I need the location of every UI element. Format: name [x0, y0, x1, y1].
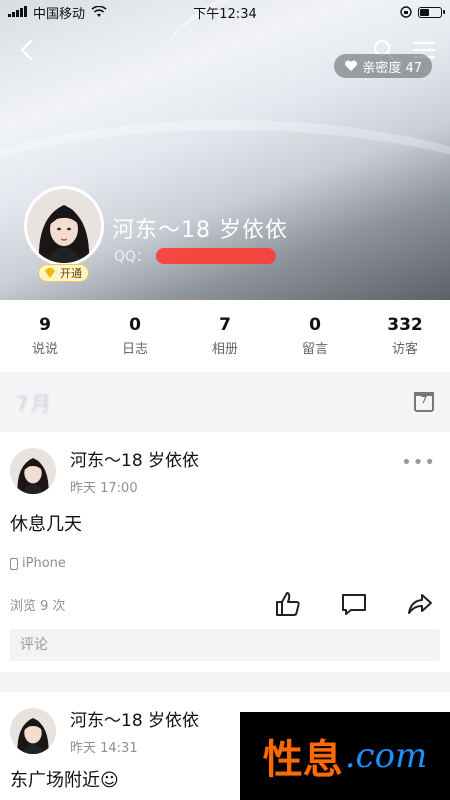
post-views: 浏览 9 次: [10, 598, 66, 614]
stat-label: 相册: [211, 342, 238, 357]
stat-label: 留言: [301, 342, 328, 357]
avatar-image: [10, 448, 56, 494]
profile-name: 河东～18 岁依依: [112, 218, 288, 243]
comment-icon[interactable]: [340, 590, 368, 618]
month-label: 7月: [16, 391, 53, 416]
avatar-image: [10, 708, 56, 754]
orientation-lock-icon: [400, 6, 412, 18]
vip-label: 开通: [60, 267, 82, 280]
intimacy-label: 亲密度 47: [362, 60, 422, 76]
post-time: 昨天 17:00: [70, 481, 138, 496]
stat-value: 0: [129, 315, 141, 335]
post-time: 昨天 14:31: [70, 741, 138, 756]
post-device: iPhone: [10, 556, 440, 571]
heart-icon: [345, 60, 358, 71]
post-avatar[interactable]: [10, 448, 56, 494]
intimacy-badge[interactable]: 亲密度 47: [334, 54, 432, 78]
signal-icon: [8, 6, 27, 17]
stat-blog[interactable]: 0 日志: [95, 315, 175, 357]
wifi-icon: [91, 6, 107, 17]
clock: 下午12:34: [193, 6, 257, 22]
more-options-icon[interactable]: •••: [401, 452, 436, 473]
profile-avatar[interactable]: [24, 186, 104, 266]
post-text: 休息几天: [10, 514, 82, 535]
watermark-cn: 性息: [262, 736, 343, 783]
month-bar: 7月 7: [0, 378, 450, 426]
battery-icon: [418, 6, 445, 18]
feed-post: 河东～18 岁依依 昨天 17:00 ••• 休息几天 iPhone 浏览 9 …: [0, 432, 450, 672]
stat-label: 日志: [121, 342, 148, 357]
back-icon[interactable]: [16, 38, 40, 62]
redaction-mark: [156, 248, 277, 264]
stat-label: 访客: [391, 342, 418, 357]
stats-row: 9 说说 0 日志 7 相册 0 留言 332 访客: [0, 300, 450, 372]
vip-open-badge[interactable]: 开通: [38, 264, 89, 282]
avatar-image: [27, 189, 101, 263]
calendar-icon[interactable]: 7: [414, 392, 434, 412]
stat-posts[interactable]: 9 说说: [5, 315, 85, 357]
stat-value: 332: [387, 315, 423, 335]
stat-value: 0: [309, 315, 321, 335]
post-avatar[interactable]: [10, 708, 56, 754]
comment-input[interactable]: 评论: [10, 629, 440, 661]
qq-label: QQ：: [114, 249, 151, 265]
carrier-label: 中国移动: [33, 6, 86, 22]
share-icon[interactable]: [406, 590, 434, 618]
stat-messages[interactable]: 0 留言: [275, 315, 355, 357]
stat-label: 说说: [31, 342, 58, 357]
diamond-icon: [45, 268, 55, 278]
device-label: iPhone: [22, 556, 66, 571]
post-author[interactable]: 河东～18 岁依依: [70, 446, 199, 471]
like-icon[interactable]: [274, 590, 302, 618]
stat-albums[interactable]: 7 相册: [185, 315, 265, 357]
phone-icon: [10, 557, 18, 570]
watermark-en: .com: [344, 736, 428, 776]
watermark-logo: 性息 .com: [240, 712, 450, 800]
status-bar: 中国移动 下午12:34: [0, 0, 450, 24]
profile-qq: QQ：: [114, 246, 277, 266]
post-author[interactable]: 河东～18 岁依依: [70, 706, 199, 731]
stat-value: 7: [219, 315, 231, 335]
stat-value: 9: [39, 315, 51, 335]
stat-visitors[interactable]: 332 访客: [365, 315, 445, 357]
